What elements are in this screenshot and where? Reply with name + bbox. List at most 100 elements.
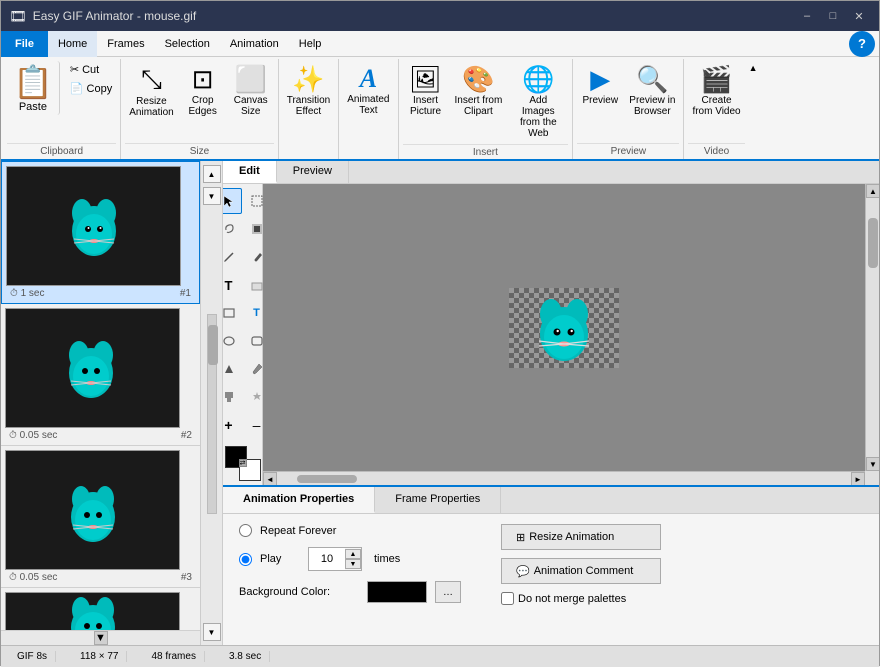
app-title: Easy GIF Animator - mouse.gif [33, 9, 196, 23]
preview-tab[interactable]: Preview [277, 161, 349, 183]
select-tool[interactable] [223, 188, 242, 214]
vscroll-thumb[interactable] [868, 218, 878, 268]
eraser-icon [250, 278, 264, 292]
insert-clipart-button[interactable]: 🎨 Insert fromClipart [451, 61, 507, 120]
horizontal-scrollbar[interactable]: ◄ ► [263, 471, 865, 485]
paste-icon: 📋 [13, 63, 53, 101]
hscroll-thumb[interactable] [297, 475, 357, 483]
ellipse-tool[interactable] [223, 328, 242, 354]
play-spinner-btns: ▲ ▼ [345, 549, 361, 569]
help-menu[interactable]: Help [289, 31, 332, 57]
pencil-tool[interactable] [223, 244, 242, 270]
frame-2-duration: ⏱ 0.05 sec [9, 430, 57, 441]
rect-icon [223, 306, 236, 320]
cut-button[interactable]: ✂ Cut [66, 61, 116, 78]
resize-action-icon: ⊞ [516, 531, 525, 544]
add-images-web-button[interactable]: 🌐 Add Imagesfrom the Web [508, 61, 568, 142]
vscroll-up-button[interactable]: ▲ [866, 184, 879, 198]
play-times-radio[interactable] [239, 553, 252, 566]
paste-label: Paste [19, 101, 47, 113]
fill-tool[interactable] [223, 356, 242, 382]
transition-effect-button[interactable]: ✨ TransitionEffect [283, 61, 335, 120]
play-count-down[interactable]: ▼ [345, 559, 361, 569]
tools-sidebar: T T [223, 184, 263, 485]
app-icon: 🎞 [9, 8, 27, 25]
paste-button[interactable]: 📋 Paste [7, 61, 60, 115]
bg-color-picker-button[interactable]: … [435, 581, 461, 603]
resize-action-label: Resize Animation [529, 531, 614, 543]
play-count-input[interactable]: 10 [309, 548, 345, 570]
nav-down-button[interactable]: ▼ [203, 187, 221, 205]
canvas-size-button[interactable]: ⬜ CanvasSize [228, 61, 274, 120]
canvas-icon: ⬜ [235, 64, 267, 95]
animation-comment-button[interactable]: 💬 Animation Comment [501, 558, 661, 584]
collapse-icon: ▲ [749, 63, 758, 73]
frame-item-3[interactable]: ⏱ 0.05 sec #3 [1, 446, 200, 588]
hscroll-right-button[interactable]: ► [851, 472, 865, 485]
insert-picture-button[interactable]: 🖼 InsertPicture [403, 61, 449, 120]
minimize-button[interactable]: – [795, 6, 819, 26]
resize-animation-button[interactable]: ⤡ ResizeAnimation [125, 61, 177, 121]
ribbon-collapse-button[interactable]: ▲ [749, 59, 763, 159]
preview-button[interactable]: ▶ Preview [577, 61, 623, 109]
no-merge-checkbox[interactable] [501, 592, 514, 605]
nav-up-button[interactable]: ▲ [203, 165, 221, 183]
repeat-forever-radio[interactable] [239, 524, 252, 537]
frame-item-1[interactable]: ⏱ 1 sec #1 [1, 161, 200, 304]
home-menu[interactable]: Home [48, 31, 97, 57]
stamp-tool[interactable] [223, 384, 242, 410]
frames-scrollbar[interactable] [207, 314, 217, 514]
eyedropper-icon [250, 362, 264, 376]
frames-scroll-down[interactable]: ▼ [94, 631, 108, 645]
close-button[interactable]: ✕ [847, 6, 871, 26]
copy-button[interactable]: 📄 Copy [66, 80, 116, 97]
file-menu[interactable]: File [1, 31, 48, 57]
no-merge-label: Do not merge palettes [518, 593, 626, 605]
mouse-frame-2 [43, 331, 143, 406]
maximize-button[interactable]: □ [821, 6, 845, 26]
frames-menu[interactable]: Frames [97, 31, 154, 57]
insert-label: Insert [403, 144, 569, 160]
frame-item-2[interactable]: ⏱ 0.05 sec #2 [1, 304, 200, 446]
selection-menu[interactable]: Selection [155, 31, 220, 57]
edit-tab[interactable]: Edit [223, 161, 277, 183]
properties-panel: Animation Properties Frame Properties Re… [223, 485, 879, 645]
vertical-scrollbar[interactable]: ▲ ▼ [865, 184, 879, 471]
nav-scroll-down[interactable]: ▼ [203, 623, 221, 641]
lasso-tool[interactable] [223, 216, 242, 242]
prop-right: ⊞ Resize Animation 💬 Animation Comment D… [501, 524, 661, 605]
color-picker[interactable]: ⇄ [225, 446, 261, 481]
animated-text-button[interactable]: A AnimatedText [343, 61, 393, 119]
hscroll-left-button[interactable]: ◄ [263, 472, 277, 485]
fill-icon [223, 362, 236, 376]
animation-menu[interactable]: Animation [220, 31, 289, 57]
vscroll-down-button[interactable]: ▼ [866, 457, 879, 471]
preview-content: ▶ Preview 🔍 Preview inBrowser [577, 61, 679, 141]
create-video-button[interactable]: 🎬 Createfrom Video [688, 61, 744, 120]
frame-properties-tab[interactable]: Frame Properties [375, 487, 501, 513]
transition-label: TransitionEffect [287, 95, 331, 117]
picture-icon: 🖼 [409, 64, 442, 95]
help-icon[interactable]: ? [849, 31, 875, 57]
swap-colors-button[interactable]: ⇄ [239, 459, 247, 467]
comment-label: Animation Comment [534, 565, 634, 577]
preview-browser-button[interactable]: 🔍 Preview inBrowser [625, 61, 679, 120]
insert-group: 🖼 InsertPicture 🎨 Insert fromClipart 🌐 A… [399, 59, 574, 159]
crop-edges-button[interactable]: ⊡ CropEdges [180, 61, 226, 120]
frame-1-duration: ⏱ 1 sec [10, 288, 45, 299]
ribbon: 📋 Paste ✂ Cut 📄 Copy Clipboard ⤡ ResizeA… [1, 57, 879, 161]
bg-color-preview[interactable] [367, 581, 427, 603]
transition-content: ✨ TransitionEffect [283, 61, 335, 141]
effects-icon [250, 390, 264, 404]
canvas-area: Edit Preview [223, 161, 879, 645]
frame-item-4[interactable] [1, 588, 200, 631]
text-tool[interactable]: T [223, 272, 242, 298]
hscroll-track[interactable] [277, 472, 851, 485]
rect-tool[interactable] [223, 300, 242, 326]
play-count-up[interactable]: ▲ [345, 549, 361, 559]
zoom-in-tool[interactable]: + [223, 412, 242, 438]
animation-properties-tab[interactable]: Animation Properties [223, 487, 375, 513]
vscroll-track[interactable] [866, 198, 879, 457]
resize-animation-action-button[interactable]: ⊞ Resize Animation [501, 524, 661, 550]
comment-icon: 💬 [516, 565, 530, 578]
